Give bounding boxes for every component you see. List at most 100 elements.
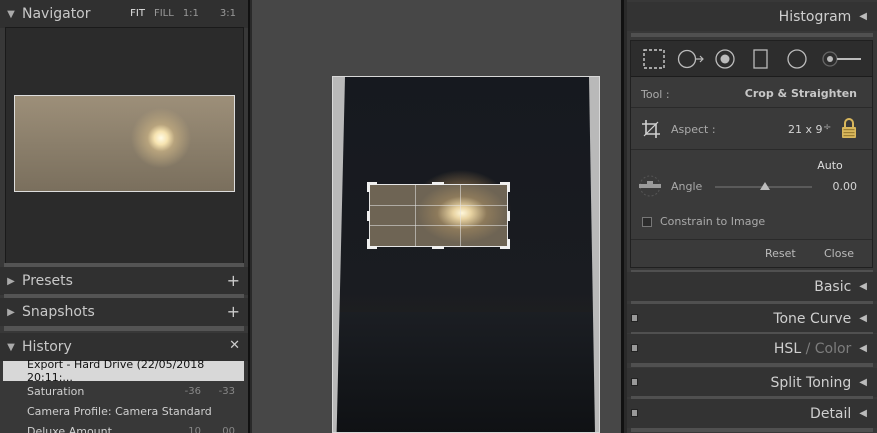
divider	[631, 149, 872, 150]
image-canvas[interactable]	[252, 0, 624, 433]
tool-value: Crop & Straighten	[744, 87, 857, 100]
crop-handle-top[interactable]	[432, 182, 444, 185]
history-item-label: Deluxe Amount	[27, 424, 112, 433]
basic-title: Basic	[814, 278, 852, 295]
divider	[631, 363, 873, 367]
crop-handle-top-left[interactable]	[367, 182, 370, 192]
crop-handle-bottom[interactable]	[432, 246, 444, 249]
split-toning-title: Split Toning	[770, 374, 852, 391]
tone-curve-panel-header[interactable]: Tone Curve ◀	[627, 304, 877, 333]
histogram-title: Histogram	[778, 8, 852, 25]
presets-header[interactable]: ▶ Presets +	[0, 267, 248, 295]
panel-switch-icon[interactable]	[631, 344, 638, 352]
zoom-fill[interactable]: FILL	[154, 8, 174, 19]
crop-handle-bottom-left[interactable]	[367, 239, 370, 249]
history-item-delta: 10	[188, 425, 201, 433]
history-title: History	[22, 339, 72, 355]
history-item-value: -33	[218, 385, 235, 397]
straighten-level-icon[interactable]	[637, 175, 663, 197]
history-item-delta: -36	[184, 385, 201, 397]
split-toning-panel-header[interactable]: Split Toning ◀	[627, 368, 877, 397]
panel-switch-icon[interactable]	[631, 378, 638, 386]
zoom-3-1[interactable]: 3:1	[220, 8, 236, 19]
crop-handle-bottom-right[interactable]	[507, 239, 510, 249]
history-header[interactable]: ▼ History ✕	[0, 333, 248, 361]
expand-triangle-icon[interactable]: ◀	[859, 281, 867, 292]
right-panel: Histogram ◀ Tool: Crop & Straighten Asp…	[627, 0, 877, 433]
collapse-triangle-icon[interactable]: ▼	[0, 342, 22, 353]
history-item-label: Camera Profile: Camera Standard	[27, 404, 212, 418]
crop-frame-tool-icon[interactable]	[641, 119, 661, 139]
expand-triangle-icon[interactable]: ▶	[0, 276, 22, 287]
spot-removal-icon[interactable]	[677, 49, 705, 69]
constrain-label: Constrain to Image	[660, 215, 766, 228]
lock-icon[interactable]	[841, 117, 857, 139]
crop-grid-line	[460, 185, 462, 246]
aspect-label: Aspect :	[671, 123, 716, 136]
hsl-panel-header[interactable]: HSL / Color ◀	[627, 334, 877, 363]
tone-curve-title: Tone Curve	[773, 310, 852, 327]
graduated-filter-icon[interactable]	[753, 49, 769, 69]
divider	[631, 33, 873, 37]
navigator-thumbnail[interactable]	[14, 95, 235, 192]
angle-slider-thumb[interactable]	[760, 182, 770, 190]
navigator-preview[interactable]	[5, 27, 244, 264]
reset-button[interactable]: Reset	[765, 247, 796, 260]
radial-filter-icon[interactable]	[786, 49, 808, 69]
photo[interactable]	[332, 76, 600, 433]
crop-handle-right[interactable]	[507, 211, 510, 221]
crop-handle-top-right[interactable]	[507, 182, 510, 192]
expand-triangle-icon[interactable]: ◀	[859, 313, 867, 324]
navigator-title: Navigator	[22, 6, 91, 22]
divider	[631, 239, 872, 240]
constrain-checkbox[interactable]	[642, 217, 652, 227]
collapse-triangle-icon[interactable]: ▼	[0, 9, 22, 20]
crop-grid-line	[370, 205, 507, 207]
tool-strip	[631, 41, 872, 77]
close-button[interactable]: Close	[824, 247, 854, 260]
expand-triangle-icon[interactable]: ▶	[0, 307, 22, 318]
divider	[4, 326, 244, 331]
photo-foreground	[333, 312, 599, 432]
collapse-triangle-icon[interactable]: ◀	[859, 11, 867, 22]
zoom-1-1[interactable]: 1:1	[183, 8, 199, 19]
crop-overlay[interactable]	[367, 182, 510, 249]
divider	[631, 428, 873, 432]
history-item-label: Saturation	[27, 384, 85, 398]
clear-history-icon[interactable]: ✕	[229, 338, 240, 353]
crop-grid-line	[415, 185, 417, 246]
history-list: Export - Hard Drive (22/05/2018 20:11:..…	[3, 358, 244, 433]
angle-value[interactable]: 0.00	[833, 180, 858, 193]
aspect-dropdown[interactable]: 21 x 9	[788, 123, 823, 136]
crop-grid-line	[370, 225, 507, 227]
add-preset-icon[interactable]: +	[227, 271, 240, 290]
left-panel: ▼ Navigator FIT FILL 1:1 3:1 ▶ Presets +…	[0, 0, 250, 433]
detail-panel-header[interactable]: Detail ◀	[627, 399, 877, 428]
add-snapshot-icon[interactable]: +	[227, 302, 240, 321]
crop-handle-left[interactable]	[367, 211, 370, 221]
history-item[interactable]: Camera Profile: Camera Standard	[3, 401, 244, 421]
panel-switch-icon[interactable]	[631, 409, 638, 417]
panel-switch-icon[interactable]	[631, 314, 638, 322]
divider	[631, 107, 872, 108]
snapshots-title: Snapshots	[22, 304, 95, 320]
aspect-dropdown-caret[interactable]: ÷	[823, 122, 831, 133]
red-eye-icon[interactable]	[714, 49, 736, 69]
crop-overlay-icon[interactable]	[643, 49, 665, 69]
expand-triangle-icon[interactable]: ◀	[859, 343, 867, 354]
expand-triangle-icon[interactable]: ◀	[859, 377, 867, 388]
history-item-value: 00	[222, 425, 235, 433]
history-item[interactable]: Saturation -36 -33	[3, 381, 244, 401]
zoom-fit[interactable]: FIT	[130, 8, 145, 19]
history-item[interactable]: Deluxe Amount 10 00	[3, 421, 244, 433]
basic-panel-header[interactable]: Basic ◀	[627, 272, 877, 301]
tool-label: Tool :	[641, 88, 670, 101]
expand-triangle-icon[interactable]: ◀	[859, 408, 867, 419]
auto-straighten-button[interactable]: Auto	[811, 158, 849, 174]
snapshots-header[interactable]: ▶ Snapshots +	[0, 298, 248, 326]
adjustment-brush-icon[interactable]	[821, 49, 863, 69]
history-item[interactable]: Export - Hard Drive (22/05/2018 20:11:..…	[3, 358, 244, 384]
angle-label: Angle	[671, 180, 703, 193]
hsl-title: HSL / Color	[773, 340, 852, 357]
histogram-header[interactable]: Histogram ◀	[627, 2, 877, 31]
